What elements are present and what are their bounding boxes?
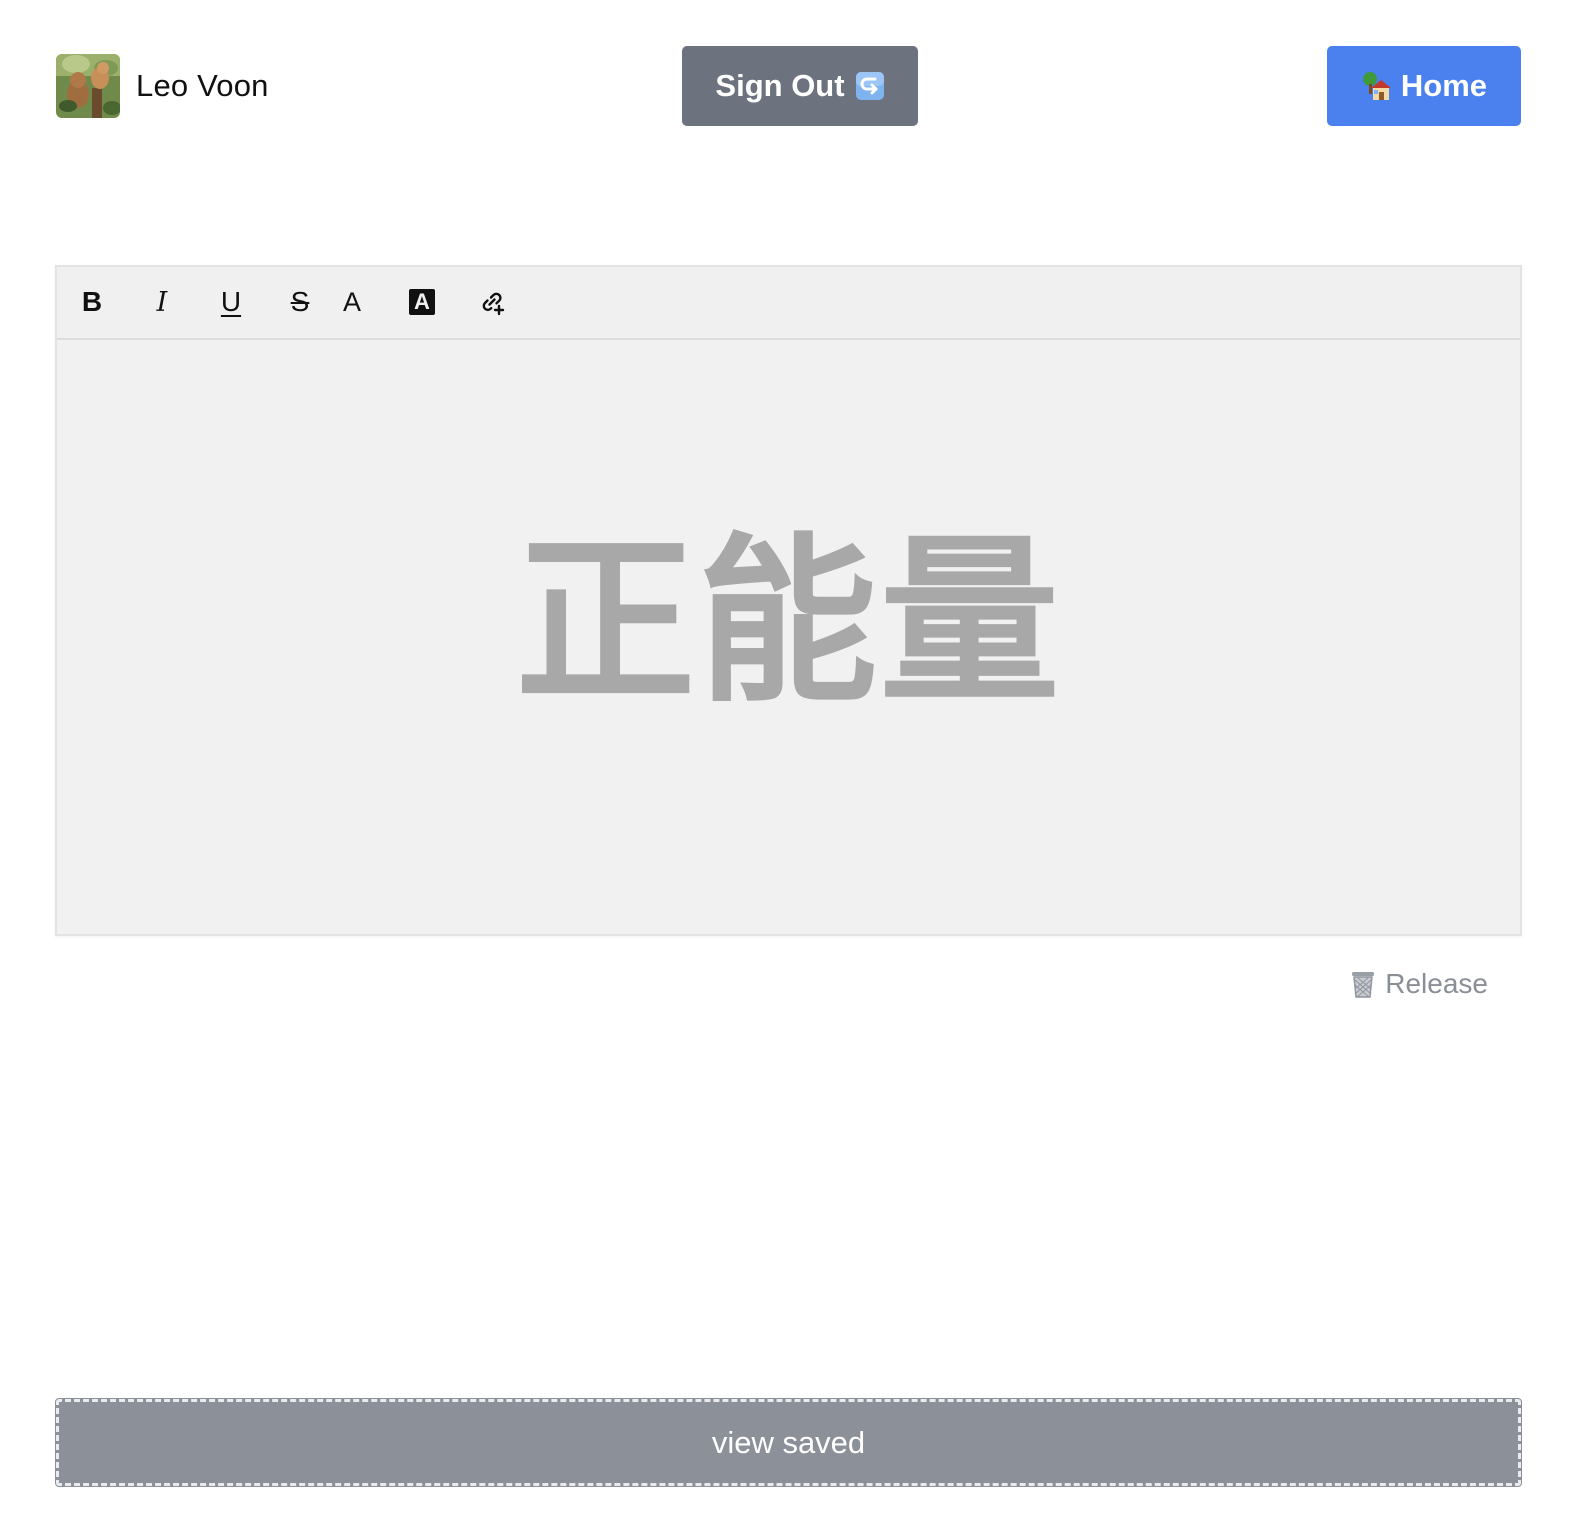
font-color-button[interactable]: A bbox=[332, 283, 372, 321]
home-button[interactable]: Home bbox=[1327, 46, 1521, 126]
background-color-icon: A bbox=[409, 289, 435, 315]
editor-toolbar: B I U S A A bbox=[57, 267, 1520, 340]
insert-link-button[interactable] bbox=[472, 283, 512, 321]
release-button[interactable]: Release bbox=[1349, 968, 1488, 1000]
wastebasket-icon bbox=[1349, 969, 1377, 999]
rich-text-editor: B I U S A A 正能量 bbox=[55, 265, 1522, 936]
italic-button[interactable]: I bbox=[142, 283, 182, 321]
release-label: Release bbox=[1385, 968, 1488, 999]
editor-content-area[interactable]: 正能量 bbox=[57, 340, 1520, 934]
avatar bbox=[56, 54, 120, 118]
sign-out-button[interactable]: Sign Out bbox=[682, 46, 918, 126]
house-with-tree-icon bbox=[1361, 70, 1393, 102]
return-arrow-icon bbox=[855, 71, 885, 101]
sign-out-label: Sign Out bbox=[715, 68, 845, 103]
strikethrough-button[interactable]: S bbox=[280, 283, 320, 321]
editor-text: 正能量 bbox=[515, 517, 1062, 727]
add-link-icon bbox=[477, 287, 507, 317]
user-name: Leo Voon bbox=[136, 68, 269, 103]
home-label: Home bbox=[1400, 68, 1488, 103]
background-color-button[interactable]: A bbox=[402, 283, 442, 321]
underline-button[interactable]: U bbox=[211, 283, 251, 321]
bold-button[interactable]: B bbox=[72, 283, 112, 321]
view-saved-button[interactable]: view saved bbox=[55, 1398, 1522, 1487]
user-profile: Leo Voon bbox=[56, 54, 269, 118]
